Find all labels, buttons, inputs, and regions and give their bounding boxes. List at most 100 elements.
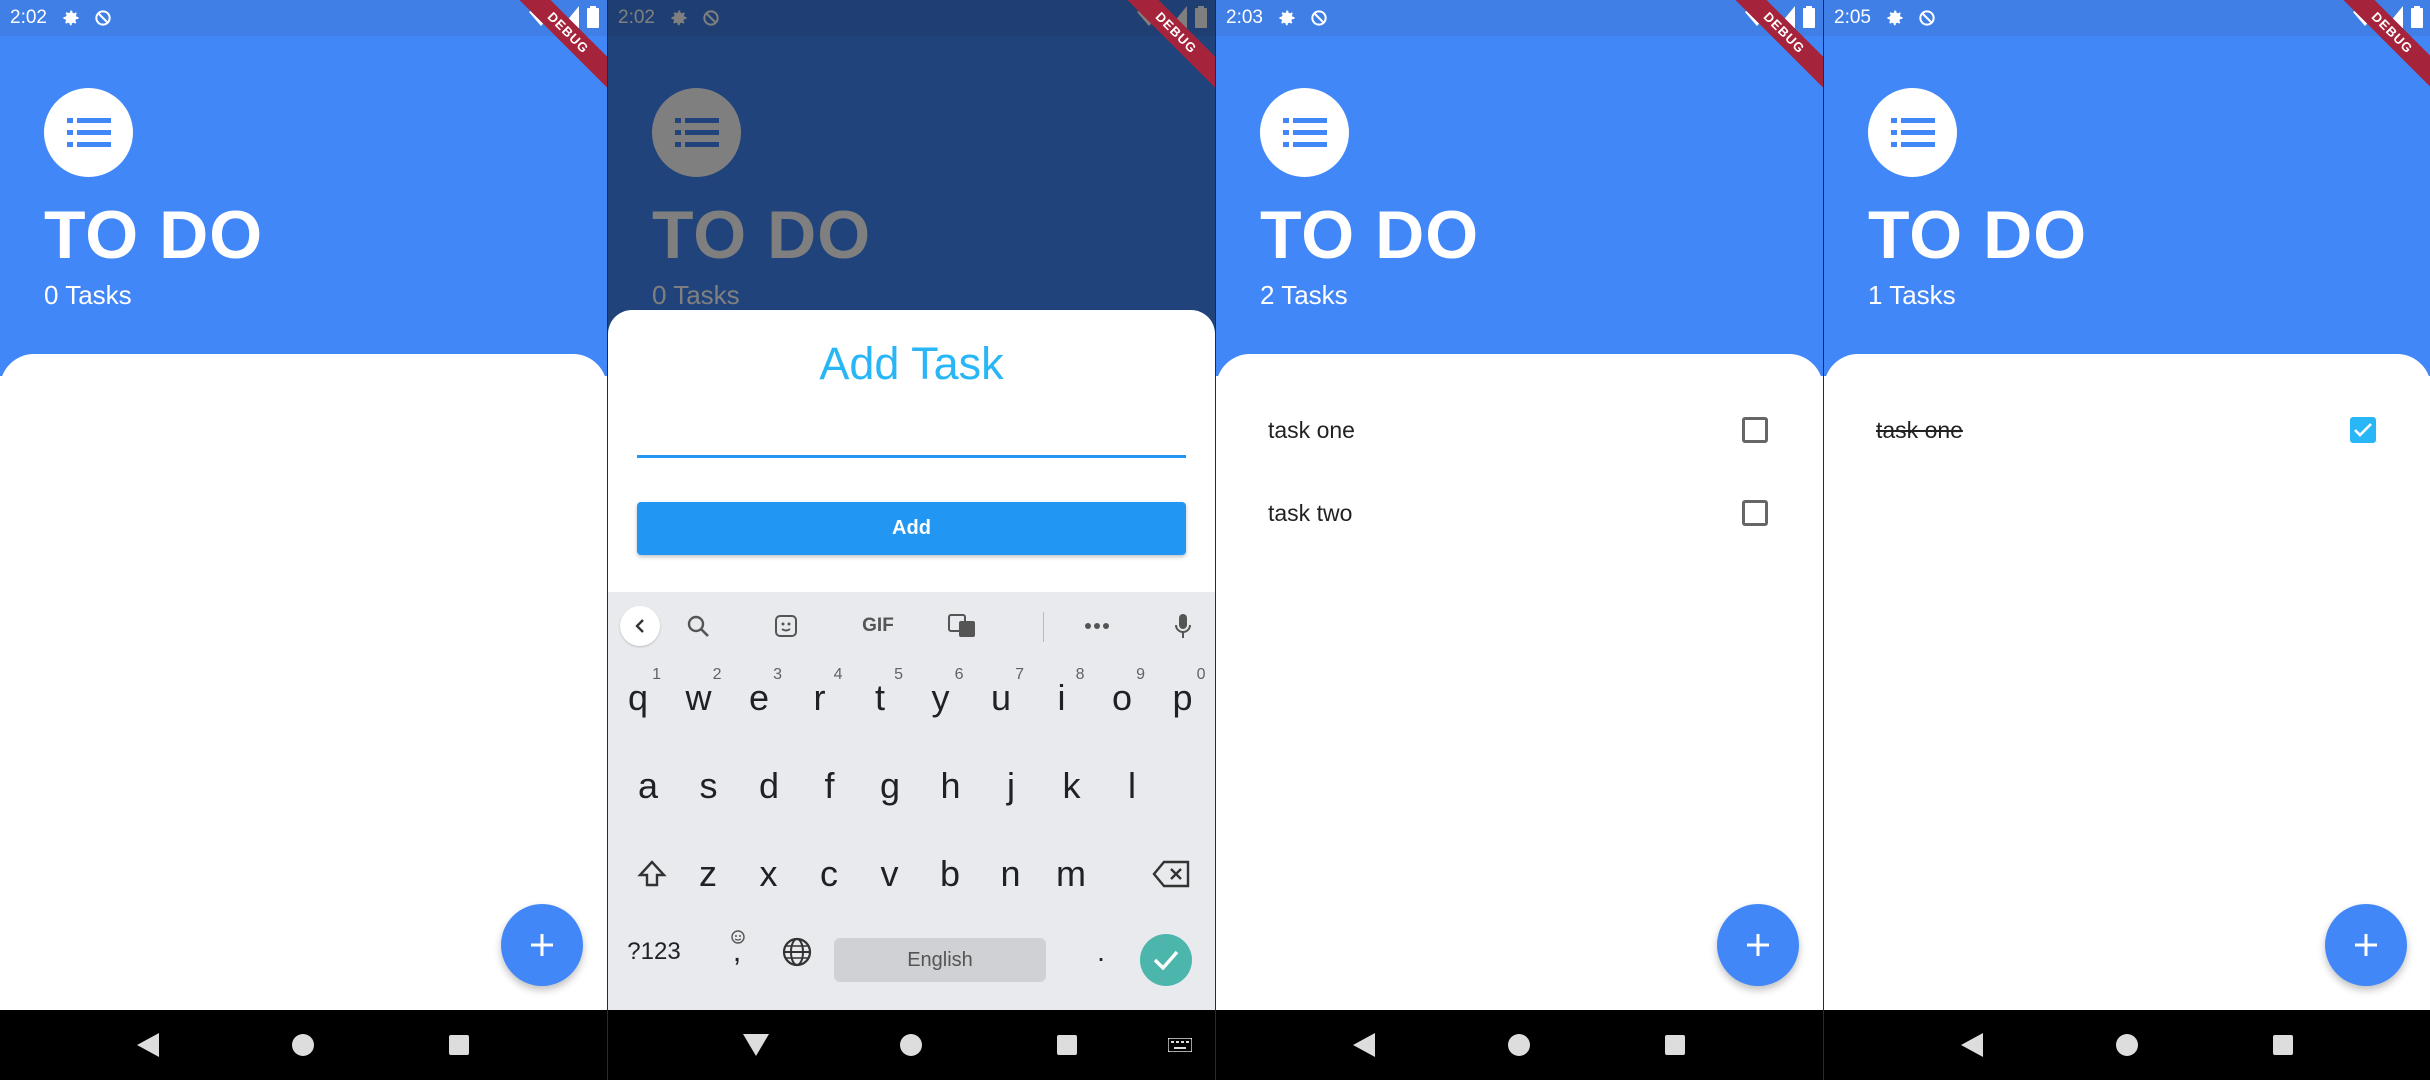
key-a[interactable]: a — [619, 746, 677, 826]
keyboard-collapse-button[interactable] — [620, 606, 660, 646]
keyboard-row-1: q1w2e3r4t5y6u7i8o9p0 — [608, 658, 1215, 738]
nav-back-button[interactable] — [1959, 1032, 1985, 1058]
key-u[interactable]: u7 — [972, 658, 1030, 738]
key-label: p — [1172, 677, 1193, 718]
screen-add-task: 2:02 DEBUG TO DO 0 Tasks Add Task — [608, 0, 1215, 1080]
app-header: TO DO 1 Tasks — [1824, 36, 2430, 376]
nav-back-button[interactable] — [742, 1032, 769, 1058]
keyboard-gif-button[interactable]: GIF — [848, 606, 908, 646]
add-task-button[interactable] — [1717, 904, 1799, 986]
key-hint: 6 — [954, 666, 964, 683]
nav-recent-button[interactable] — [1662, 1032, 1688, 1058]
list-icon — [1282, 117, 1327, 147]
key-d[interactable]: d — [740, 746, 798, 826]
nav-home-button[interactable] — [290, 1032, 316, 1058]
status-time: 2:03 — [1226, 7, 1263, 28]
shift-key[interactable] — [623, 834, 681, 914]
key-q[interactable]: q1 — [609, 658, 667, 738]
space-bar[interactable]: English — [834, 938, 1046, 982]
comma-key[interactable]: , — [708, 912, 766, 992]
home-circle-icon — [900, 1034, 923, 1056]
keyboard-more-button[interactable] — [1077, 606, 1117, 646]
key-t[interactable]: t5 — [851, 658, 909, 738]
task-checkbox[interactable] — [1742, 417, 1768, 443]
search-icon — [687, 615, 709, 637]
recent-square-icon — [1057, 1035, 1078, 1055]
key-k[interactable]: k — [1043, 746, 1101, 826]
task-checkbox[interactable] — [1742, 500, 1768, 526]
nav-bar — [1216, 1010, 1823, 1080]
nav-bar — [1824, 1010, 2430, 1080]
app-header: TO DO 2 Tasks — [1216, 36, 1823, 376]
nav-recent-button[interactable] — [2270, 1032, 2296, 1058]
period-key[interactable]: . — [1072, 912, 1130, 992]
screen-two-tasks: 2:03 DEBUG TO DO 2 Tasks task one task t… — [1216, 0, 1823, 1080]
keyboard-done-button[interactable] — [1140, 934, 1192, 986]
globe-icon — [782, 937, 812, 967]
screen-one-done-task: 2:05 DEBUG TO DO 1 Tasks task one — [1824, 0, 2430, 1080]
key-hint: 1 — [652, 666, 661, 683]
key-r[interactable]: r4 — [791, 658, 849, 738]
nav-home-button[interactable] — [898, 1032, 924, 1058]
add-icon — [1747, 934, 1769, 956]
key-z[interactable]: z — [679, 834, 737, 914]
keyboard-icon — [1168, 1038, 1192, 1052]
key-l[interactable]: l — [1103, 746, 1161, 826]
add-task-button[interactable] — [2325, 904, 2407, 986]
task-label: task one — [1876, 416, 1963, 443]
nav-back-button[interactable] — [135, 1032, 161, 1058]
app-header: TO DO 0 Tasks — [0, 36, 607, 376]
nav-recent-button[interactable] — [446, 1032, 472, 1058]
key-w[interactable]: w2 — [670, 658, 728, 738]
add-button[interactable]: Add — [637, 502, 1186, 555]
add-task-button[interactable] — [501, 904, 583, 986]
key-v[interactable]: v — [861, 834, 919, 914]
battery-icon — [2411, 6, 2423, 28]
symbols-key[interactable]: ?123 — [614, 912, 694, 992]
key-y[interactable]: y6 — [912, 658, 970, 738]
key-o[interactable]: o9 — [1093, 658, 1151, 738]
language-key[interactable] — [768, 912, 826, 992]
key-i[interactable]: i8 — [1033, 658, 1091, 738]
key-h[interactable]: h — [922, 746, 980, 826]
key-j[interactable]: j — [982, 746, 1040, 826]
nav-back-button[interactable] — [1351, 1032, 1377, 1058]
key-c[interactable]: c — [800, 834, 858, 914]
back-triangle-icon — [136, 1033, 159, 1057]
key-label: u — [990, 677, 1012, 718]
key-label: e — [748, 677, 770, 718]
keyboard-translate-button[interactable] — [942, 606, 982, 646]
nav-home-button[interactable] — [1506, 1032, 1532, 1058]
screen-empty-list: 2:02 DEBUG TO DO 0 Tasks — [0, 0, 607, 1080]
key-s[interactable]: s — [680, 746, 738, 826]
recent-square-icon — [1665, 1035, 1686, 1055]
sticker-icon — [775, 615, 797, 637]
back-down-icon — [742, 1034, 769, 1056]
keyboard-mic-button[interactable] — [1163, 606, 1203, 646]
backspace-key[interactable] — [1142, 834, 1200, 914]
key-g[interactable]: g — [861, 746, 919, 826]
key-m[interactable]: m — [1042, 834, 1100, 914]
home-circle-icon — [292, 1034, 315, 1056]
status-time: 2:05 — [1834, 7, 1871, 28]
task-name-input[interactable] — [637, 414, 1186, 458]
task-checkbox[interactable] — [2350, 417, 2376, 443]
key-n[interactable]: n — [982, 834, 1040, 914]
keyboard-search-button[interactable] — [678, 606, 718, 646]
recent-square-icon — [2273, 1035, 2294, 1055]
key-label: q — [627, 677, 649, 718]
nav-recent-button[interactable] — [1054, 1032, 1080, 1058]
keyboard-switcher-button[interactable] — [1167, 1032, 1193, 1058]
key-p[interactable]: p0 — [1154, 658, 1212, 738]
key-f[interactable]: f — [801, 746, 859, 826]
no-sync-icon — [1919, 10, 1935, 26]
key-e[interactable]: e3 — [730, 658, 788, 738]
status-bar: 2:05 — [1824, 0, 2430, 36]
keyboard-sticker-button[interactable] — [766, 606, 806, 646]
key-x[interactable]: x — [740, 834, 798, 914]
key-b[interactable]: b — [921, 834, 979, 914]
nav-bar — [0, 1010, 607, 1080]
key-label: t — [874, 677, 885, 718]
home-circle-icon — [1508, 1034, 1531, 1056]
nav-home-button[interactable] — [2114, 1032, 2140, 1058]
